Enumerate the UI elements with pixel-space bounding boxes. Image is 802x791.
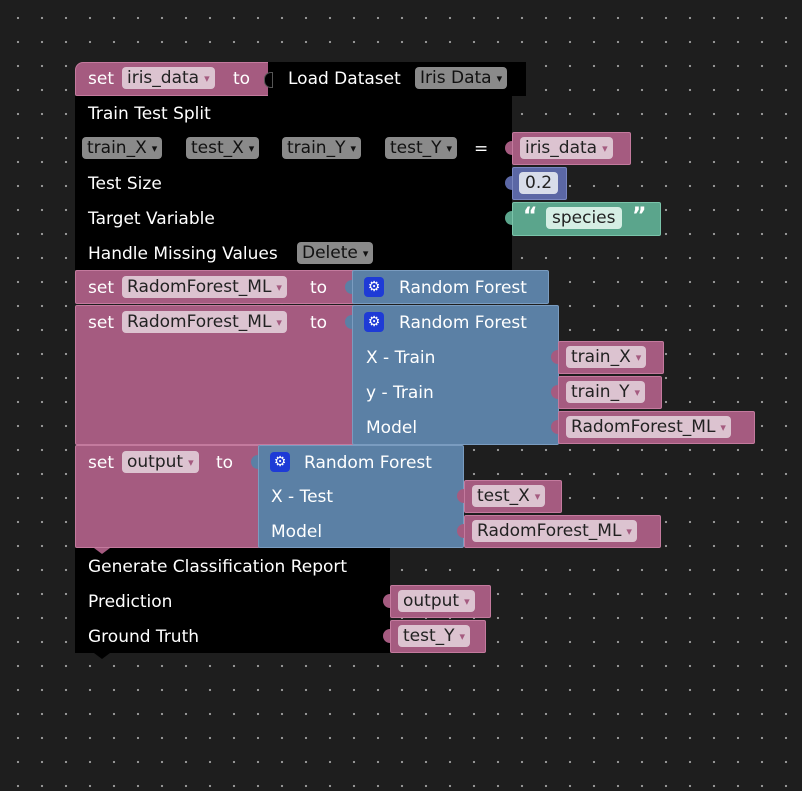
set-keyword: set	[88, 453, 114, 473]
load-dataset-label: Load Dataset	[288, 69, 401, 89]
y-train-label: y - Train	[366, 383, 434, 403]
chevron-down-icon: ▾	[350, 142, 356, 155]
classification-report-title: Generate Classification Report	[88, 557, 348, 577]
variable-dropdown-output[interactable]: output ▾	[398, 590, 475, 612]
ground-truth-label: Ground Truth	[88, 627, 200, 647]
test-size-label: Test Size	[88, 174, 162, 194]
to-keyword: to	[216, 453, 234, 473]
to-keyword: to	[310, 313, 328, 333]
connector-nub	[551, 385, 558, 399]
to-keyword: to	[310, 278, 328, 298]
test-size-field[interactable]: 0.2	[519, 172, 559, 194]
gear-icon[interactable]: ⚙	[270, 452, 290, 472]
chevron-down-icon: ▾	[151, 142, 158, 155]
x-test-label: X - Test	[271, 487, 334, 507]
chevron-down-icon: ▾	[464, 595, 470, 608]
x-train-label: X - Train	[366, 348, 436, 368]
block-notch	[94, 653, 110, 659]
output-dropdown-train-x[interactable]: train_X ▾	[82, 137, 163, 159]
output-dropdown-test-x[interactable]: test_X ▾	[186, 137, 260, 159]
model-label: Model	[271, 522, 323, 542]
variable-dropdown-randomforest-ml[interactable]: RadomForest_ML ▾	[566, 416, 731, 438]
connector-nub	[505, 141, 512, 155]
gear-icon[interactable]: ⚙	[364, 312, 384, 332]
chevron-down-icon: ▾	[720, 421, 726, 434]
close-quote-icon: ”	[632, 204, 647, 229]
variable-dropdown-test-x[interactable]: test_X ▾	[472, 485, 546, 507]
train-test-split-title: Train Test Split	[88, 104, 211, 124]
open-quote-icon: “	[523, 204, 538, 229]
chevron-down-icon: ▾	[496, 72, 503, 85]
chevron-down-icon: ▾	[188, 456, 194, 469]
to-keyword: to	[233, 69, 251, 89]
target-text-field[interactable]: species	[546, 207, 622, 229]
variable-dropdown-train-y[interactable]: train_Y ▾	[566, 381, 645, 403]
chevron-down-icon: ▾	[248, 142, 255, 155]
set-keyword: set	[88, 69, 114, 89]
set-keyword: set	[88, 278, 114, 298]
random-forest-label: Random Forest	[399, 313, 527, 333]
equals-sign: =	[474, 139, 489, 159]
chevron-down-icon: ▾	[204, 72, 210, 85]
chevron-down-icon: ▾	[276, 316, 282, 329]
output-dropdown-train-y[interactable]: train_Y ▾	[282, 137, 361, 159]
variable-dropdown-randomforest-ml[interactable]: RadomForest_ML ▾	[472, 520, 637, 542]
connector-nub	[264, 72, 273, 88]
variable-dropdown-randomforest-ml[interactable]: RadomForest_ML ▾	[122, 276, 287, 298]
output-dropdown-test-y[interactable]: test_Y ▾	[385, 137, 458, 159]
block-notch	[94, 548, 110, 554]
chevron-down-icon: ▾	[602, 142, 608, 155]
chevron-down-icon: ▾	[626, 525, 632, 538]
chevron-down-icon: ▾	[534, 490, 541, 503]
gear-icon[interactable]: ⚙	[364, 277, 384, 297]
chevron-down-icon: ▾	[362, 247, 369, 260]
connector-nub	[345, 315, 352, 329]
chevron-down-icon: ▾	[634, 386, 640, 399]
connector-nub	[345, 280, 352, 294]
prediction-label: Prediction	[88, 592, 173, 612]
chevron-down-icon: ▾	[459, 630, 466, 643]
connector-nub	[251, 455, 258, 469]
handle-missing-values-label: Handle Missing Values	[88, 244, 278, 264]
connector-nub	[505, 211, 512, 225]
variable-dropdown-iris-data[interactable]: iris_data ▾	[122, 67, 215, 89]
variable-dropdown-iris-data[interactable]: iris_data ▾	[520, 137, 613, 159]
connector-nub	[457, 489, 464, 503]
set-keyword: set	[88, 313, 114, 333]
connector-nub	[383, 629, 390, 643]
connector-nub	[551, 420, 558, 434]
missing-values-dropdown[interactable]: Delete ▾	[297, 242, 374, 264]
connector-nub	[457, 524, 464, 538]
chevron-down-icon: ▾	[635, 351, 642, 364]
random-forest-label: Random Forest	[399, 278, 527, 298]
variable-dropdown-randomforest-ml[interactable]: RadomForest_ML ▾	[122, 311, 287, 333]
connector-nub	[383, 594, 390, 608]
random-forest-label: Random Forest	[304, 453, 432, 473]
connector-nub	[551, 350, 558, 364]
variable-dropdown-train-x[interactable]: train_X ▾	[566, 346, 647, 368]
target-variable-label: Target Variable	[88, 209, 215, 229]
variable-dropdown-output[interactable]: output ▾	[122, 451, 199, 473]
variable-dropdown-test-y[interactable]: test_Y ▾	[398, 625, 471, 647]
connector-nub	[505, 176, 512, 190]
chevron-down-icon: ▾	[276, 281, 282, 294]
chevron-down-icon: ▾	[446, 142, 453, 155]
dataset-dropdown[interactable]: Iris Data ▾	[415, 67, 508, 89]
model-label: Model	[366, 418, 418, 438]
